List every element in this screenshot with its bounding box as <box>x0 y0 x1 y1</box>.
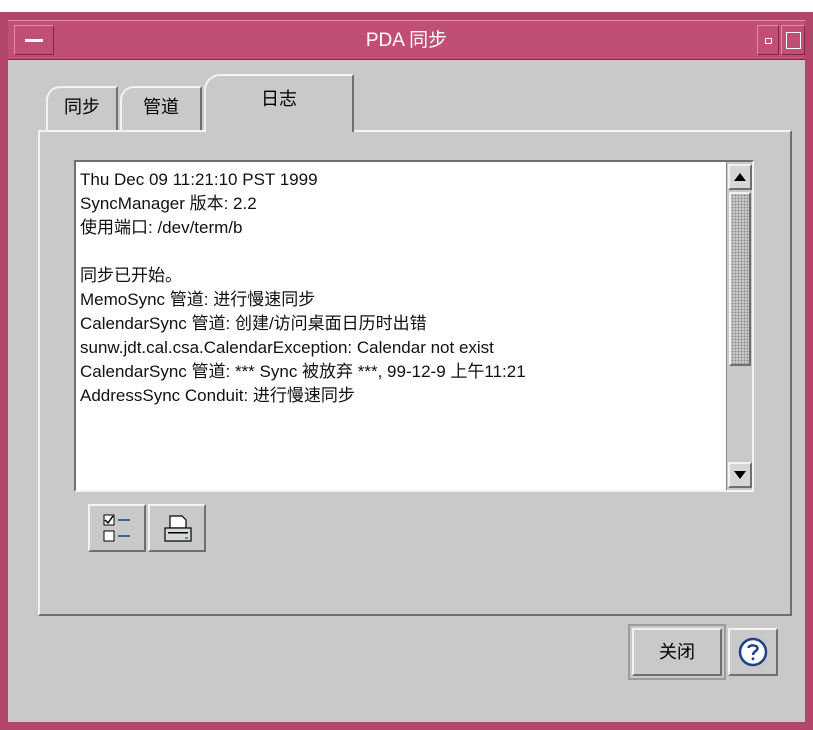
tab-log[interactable]: 日志 <box>204 74 354 132</box>
log-line: sunw.jdt.cal.csa.CalendarException: Cale… <box>80 338 494 357</box>
pda-sync-window: PDA 同步 同步 管道 日志 Thu Dec 09 11:21:10 PST … <box>0 0 813 730</box>
log-line: 同步已开始。 <box>80 266 182 285</box>
dialog-content: 同步 管道 日志 Thu Dec 09 11:21:10 PST 1999 Sy… <box>8 60 805 722</box>
log-line: AddressSync Conduit: 进行慢速同步 <box>80 386 355 405</box>
log-line: 使用端口: /dev/term/b <box>80 218 243 237</box>
tab-conduits[interactable]: 管道 <box>120 86 202 130</box>
window-frame-bottom[interactable] <box>0 722 813 730</box>
title-bar[interactable]: PDA 同步 <box>8 20 805 60</box>
printer-icon <box>164 515 192 542</box>
scroll-up-icon[interactable] <box>728 164 752 190</box>
minimize-icon[interactable] <box>757 25 779 55</box>
log-line: SyncManager 版本: 2.2 <box>80 194 257 213</box>
close-button[interactable]: 关闭 <box>628 624 726 680</box>
log-line: MemoSync 管道: 进行慢速同步 <box>80 290 316 309</box>
scroll-thumb[interactable] <box>729 192 751 366</box>
log-text-area[interactable]: Thu Dec 09 11:21:10 PST 1999 SyncManager… <box>74 160 754 492</box>
log-line: CalendarSync 管道: 创建/访问桌面日历时出错 <box>80 314 427 333</box>
checklist-icon <box>103 514 130 542</box>
window-title: PDA 同步 <box>365 30 448 51</box>
log-lines: Thu Dec 09 11:21:10 PST 1999 SyncManager… <box>80 168 720 408</box>
window-frame-top[interactable] <box>0 12 813 20</box>
select-log-button[interactable] <box>88 504 146 552</box>
maximize-icon[interactable] <box>781 25 805 55</box>
log-tab-panel: Thu Dec 09 11:21:10 PST 1999 SyncManager… <box>38 130 792 616</box>
tab-sync[interactable]: 同步 <box>46 86 118 130</box>
log-scrollbar[interactable] <box>726 162 752 490</box>
help-button[interactable] <box>728 628 778 676</box>
scroll-down-icon[interactable] <box>728 462 752 488</box>
window-frame-right[interactable] <box>805 12 813 730</box>
window-frame-left[interactable] <box>0 12 8 730</box>
print-log-button[interactable] <box>148 504 206 552</box>
log-line: CalendarSync 管道: *** Sync 被放弃 ***, 99-12… <box>80 362 526 381</box>
log-line: Thu Dec 09 11:21:10 PST 1999 <box>80 170 318 189</box>
help-icon <box>738 637 768 667</box>
